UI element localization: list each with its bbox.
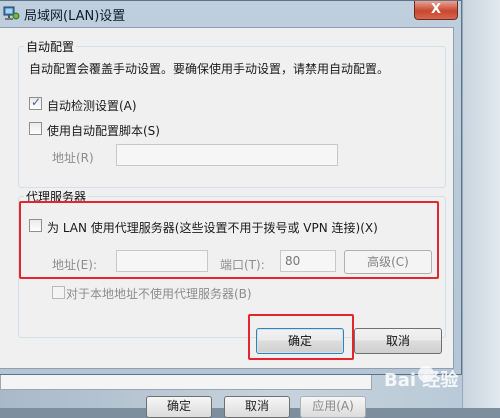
auto-detect-checkbox[interactable]: ✓ <box>29 95 42 110</box>
proxy-highlight-box <box>19 201 439 279</box>
dialog-client-area: 自动配置 自动配置会覆盖手动设置。要确保使用手动设置，请禁用自动配置。 ✓ 自动… <box>0 27 454 369</box>
auto-detect-label[interactable]: 自动检测设置(A) <box>47 97 137 114</box>
network-icon <box>2 4 20 22</box>
bypass-local-label[interactable]: 对于本地地址不使用代理服务器(B) <box>66 285 252 302</box>
baidu-watermark: Bai 经验 <box>384 362 496 402</box>
background-window-edge <box>462 0 500 408</box>
auto-config-description: 自动配置会覆盖手动设置。要确保使用手动设置，请禁用自动配置。 <box>29 62 390 76</box>
title-bar: 局域网(LAN)设置 X <box>0 1 462 27</box>
lan-settings-dialog: 局域网(LAN)设置 X 自动配置 自动配置会覆盖手动设置。要确保使用手动设置，… <box>0 0 462 375</box>
auto-config-script-label[interactable]: 使用自动配置脚本(S) <box>47 122 160 139</box>
watermark-text: Bai 经验 <box>384 370 459 391</box>
window-title: 局域网(LAN)设置 <box>24 9 126 24</box>
script-address-input[interactable] <box>116 144 338 166</box>
script-address-label: 地址(R) <box>52 151 94 165</box>
checkmark-icon: ✓ <box>31 95 42 109</box>
cancel-button[interactable]: 取消 <box>354 328 442 354</box>
ok-highlight-box <box>248 314 354 360</box>
close-icon: X <box>430 2 442 17</box>
background-apply-button[interactable]: 应用(A) <box>300 396 366 418</box>
close-button[interactable]: X <box>414 1 458 20</box>
bypass-local-checkbox[interactable] <box>52 286 65 299</box>
background-ok-button[interactable]: 确定 <box>146 396 212 418</box>
background-cancel-button[interactable]: 取消 <box>224 396 290 418</box>
auto-config-script-checkbox[interactable] <box>29 122 42 135</box>
auto-config-group-label: 自动配置 <box>24 38 77 55</box>
